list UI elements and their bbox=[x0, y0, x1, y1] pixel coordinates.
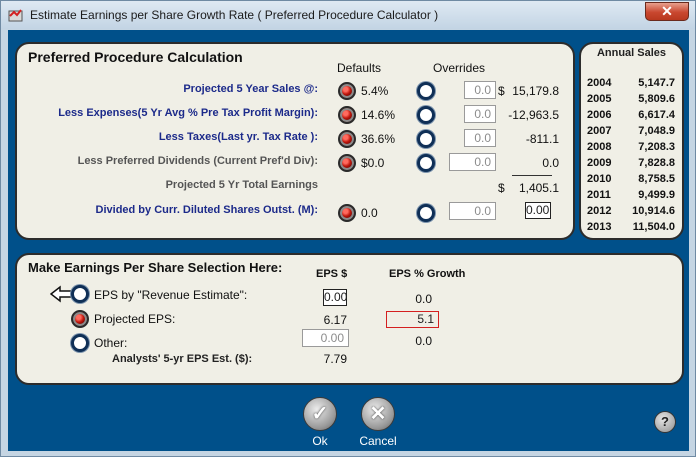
expenses-override-input[interactable]: 0.0 bbox=[464, 105, 496, 123]
other-growth-value: 0.0 bbox=[415, 334, 432, 348]
cancel-button[interactable]: ✕ bbox=[361, 397, 395, 431]
sales-row: 2005 5,809.6 bbox=[587, 93, 675, 105]
ok-button[interactable]: ✓ bbox=[303, 397, 337, 431]
cancel-label[interactable]: Cancel bbox=[348, 434, 408, 448]
shares-default-value: 0.0 bbox=[361, 206, 378, 220]
total-earnings-label: Projected 5 Yr Total Earnings bbox=[165, 179, 318, 191]
sales-row: 2012 10,914.6 bbox=[587, 205, 675, 217]
sales-row: 2010 8,758.5 bbox=[587, 173, 675, 185]
shares-default-radio[interactable] bbox=[338, 204, 356, 222]
sales-row: 2004 5,147.7 bbox=[587, 77, 675, 89]
sales-growth-label: Projected 5 Year Sales @: bbox=[183, 83, 318, 95]
eps-selection-panel: Make Earnings Per Share Selection Here: … bbox=[15, 253, 684, 385]
projected-growth-value: 5.1 bbox=[386, 311, 439, 328]
projected-eps-radio[interactable] bbox=[71, 310, 89, 328]
defaults-header: Defaults bbox=[337, 61, 382, 75]
title-bar[interactable]: Estimate Earnings per Share Growth Rate … bbox=[1, 1, 695, 29]
taxes-override-radio[interactable] bbox=[417, 130, 435, 148]
analysts-estimate-label: Analysts' 5-yr EPS Est. ($): bbox=[112, 353, 253, 365]
total-earnings-result: 1,405.1 bbox=[518, 181, 559, 195]
app-icon bbox=[8, 9, 23, 22]
panel-heading: Preferred Procedure Calculation bbox=[28, 49, 243, 65]
taxes-default-radio[interactable] bbox=[338, 130, 356, 148]
taxes-label: Less Taxes(Last yr. Tax Rate ): bbox=[158, 131, 318, 143]
overrides-header: Overrides bbox=[433, 61, 486, 75]
shares-override-input[interactable]: 0.0 bbox=[449, 202, 496, 220]
revenue-eps-value: 0.00 bbox=[323, 289, 348, 306]
analysts-estimate-value: 7.79 bbox=[323, 352, 347, 366]
shares-override-radio[interactable] bbox=[417, 204, 435, 222]
sales-row: 2013 11,504.0 bbox=[587, 221, 675, 233]
taxes-result: -811.1 bbox=[525, 132, 559, 146]
shares-label: Divided by Curr. Diluted Shares Outst. (… bbox=[95, 204, 318, 216]
help-button[interactable]: ? bbox=[654, 411, 676, 433]
pref-dividends-result: 0.0 bbox=[542, 156, 559, 170]
close-button[interactable]: ✕ bbox=[645, 2, 689, 21]
sales-default-radio[interactable] bbox=[338, 82, 356, 100]
dialog-window: Estimate Earnings per Share Growth Rate … bbox=[0, 0, 696, 457]
eps-dollar-header: EPS $ bbox=[316, 268, 348, 280]
pref-dividends-override-input[interactable]: 0.0 bbox=[449, 153, 496, 171]
sales-override-input[interactable]: 0.0 bbox=[464, 81, 496, 99]
taxes-override-input[interactable]: 0.0 bbox=[464, 129, 496, 147]
sales-override-radio[interactable] bbox=[417, 82, 435, 100]
sales-default-value: 5.4% bbox=[361, 84, 389, 98]
expenses-result: -12,963.5 bbox=[508, 108, 559, 122]
pref-dividends-override-radio[interactable] bbox=[417, 154, 435, 172]
sales-result: 15,179.8 bbox=[512, 84, 559, 98]
total-earnings-prefix: $ bbox=[498, 181, 505, 195]
other-eps-label: Other: bbox=[94, 336, 128, 350]
expenses-default-radio[interactable] bbox=[338, 106, 356, 124]
projected-eps-value: 6.17 bbox=[323, 313, 347, 327]
preferred-procedure-panel: Preferred Procedure Calculation Defaults… bbox=[15, 42, 575, 240]
revenue-growth-value: 0.0 bbox=[415, 292, 432, 306]
other-eps-input[interactable]: 0.00 bbox=[302, 329, 349, 347]
dialog-body: Preferred Procedure Calculation Defaults… bbox=[8, 30, 689, 451]
sales-row: 2008 7,208.3 bbox=[587, 141, 675, 153]
annual-sales-panel: Annual Sales 2004 5,147.7 2005 5,809.6 200… bbox=[579, 42, 684, 240]
pref-dividends-default-radio[interactable] bbox=[338, 154, 356, 172]
sum-divider bbox=[512, 175, 552, 176]
ok-label[interactable]: Ok bbox=[290, 434, 350, 448]
shares-result: 0.00 bbox=[525, 202, 551, 219]
revenue-estimate-label: EPS by "Revenue Estimate": bbox=[94, 288, 248, 302]
expenses-override-radio[interactable] bbox=[417, 106, 435, 124]
sales-row: 2009 7,828.8 bbox=[587, 157, 675, 169]
expenses-label: Less Expenses(5 Yr Avg % Pre Tax Profit … bbox=[58, 107, 318, 119]
projected-eps-label: Projected EPS: bbox=[94, 312, 176, 326]
window-title: Estimate Earnings per Share Growth Rate … bbox=[30, 8, 439, 22]
pref-dividends-default-value: $0.0 bbox=[361, 156, 385, 170]
pref-dividends-label: Less Preferred Dividends (Current Pref'd… bbox=[77, 155, 318, 167]
sales-result-prefix: $ bbox=[498, 84, 505, 98]
expenses-default-value: 14.6% bbox=[361, 108, 396, 122]
eps-growth-header: EPS % Growth bbox=[389, 268, 466, 280]
taxes-default-value: 36.6% bbox=[361, 132, 396, 146]
revenue-estimate-radio[interactable] bbox=[71, 285, 89, 303]
sales-row: 2006 6,617.4 bbox=[587, 109, 675, 121]
other-eps-radio[interactable] bbox=[71, 334, 89, 352]
annual-sales-heading: Annual Sales bbox=[596, 47, 667, 59]
eps-heading: Make Earnings Per Share Selection Here: bbox=[28, 260, 283, 275]
sales-row: 2011 9,499.9 bbox=[587, 189, 675, 201]
sales-row: 2007 7,048.9 bbox=[587, 125, 675, 137]
